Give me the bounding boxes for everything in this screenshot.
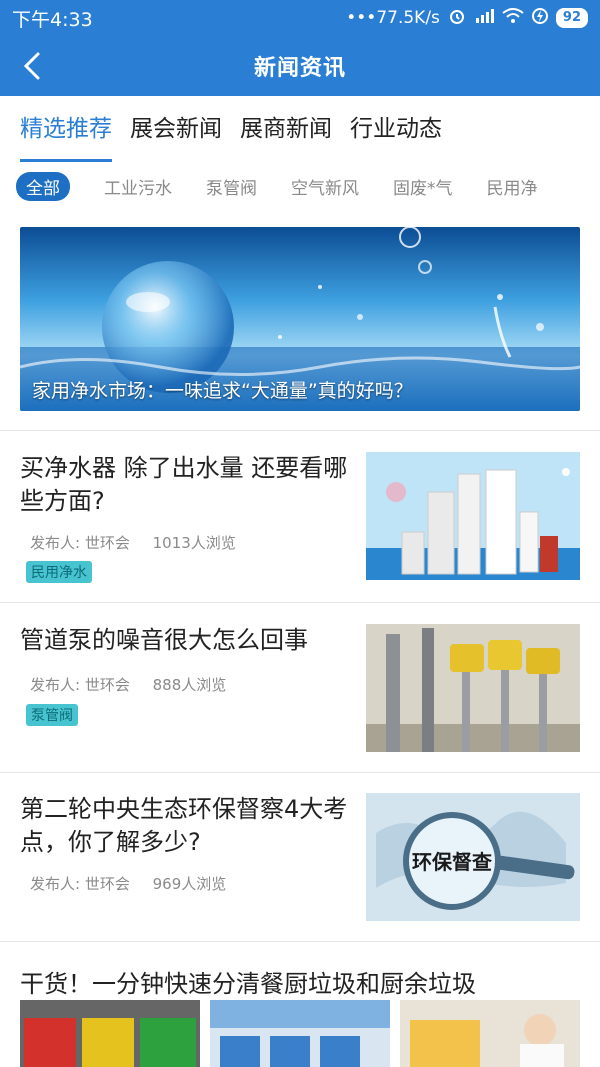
- divider: [0, 772, 600, 773]
- news-image-row[interactable]: [20, 1000, 580, 1067]
- chip-all[interactable]: 全部: [16, 171, 70, 201]
- featured-banner[interactable]: 家用净水市场：一味追求“大通量”真的好吗？: [20, 227, 580, 411]
- inspection-image: 环保督查: [366, 793, 580, 921]
- tab-exhibitor-news[interactable]: 展商新闻: [240, 96, 332, 162]
- chip-civil-water[interactable]: 民用净: [487, 174, 538, 199]
- tab-featured[interactable]: 精选推荐: [20, 96, 112, 162]
- chip-solid-waste[interactable]: 固废*气: [393, 174, 453, 199]
- divider: [0, 941, 600, 942]
- news-views: 969人浏览: [152, 875, 227, 893]
- news-views: 888人浏览: [152, 676, 227, 694]
- chip-industrial-wastewater[interactable]: 工业污水: [104, 174, 172, 199]
- banner-caption: 家用净水市场：一味追求“大通量”真的好吗？: [32, 380, 413, 402]
- chevron-left-icon: [23, 52, 40, 80]
- kitchen-waste-image: [400, 1000, 580, 1067]
- alarm-icon: [448, 7, 466, 30]
- charging-icon: [531, 7, 548, 30]
- divider: [0, 602, 600, 603]
- main-content: 精选推荐 展会新闻 展商新闻 行业动态 全部 工业污水 泵管阀 空气新风 固废*…: [0, 96, 600, 1067]
- news-tag[interactable]: 泵管阀: [26, 704, 78, 726]
- status-icons: •••77.5K/s 92: [346, 7, 588, 30]
- back-button[interactable]: [14, 48, 50, 84]
- news-views: 1013人浏览: [152, 534, 236, 552]
- news-publisher: 发布人: 世环会: [30, 534, 130, 552]
- pump-image: [366, 624, 580, 752]
- news-publisher: 发布人: 世环会: [30, 676, 130, 694]
- nav-bar: 新闻资讯: [0, 36, 600, 96]
- news-item[interactable]: 第二轮中央生态环保督察4大考点，你了解多少? 发布人: 世环会 969人浏览 环…: [0, 793, 600, 943]
- battery-level: 92: [555, 8, 588, 28]
- news-tag[interactable]: 民用净水: [26, 561, 92, 583]
- divider: [0, 430, 600, 431]
- news-title[interactable]: 干货！一分钟快速分清餐厨垃圾和厨余垃圾: [20, 964, 476, 999]
- news-meta: 发布人: 世环会 1013人浏览: [30, 532, 236, 553]
- news-title: 第二轮中央生态环保督察4大考点，你了解多少?: [20, 795, 348, 856]
- news-item[interactable]: 买净水器 除了出水量 还要看哪些方面? 发布人: 世环会 1013人浏览 民用净…: [0, 452, 600, 602]
- inspection-text: 环保督查: [412, 850, 492, 874]
- news-title: 买净水器 除了出水量 还要看哪些方面?: [20, 454, 348, 515]
- tab-exhibition-news[interactable]: 展会新闻: [130, 96, 222, 162]
- news-meta: 发布人: 世环会 888人浏览: [30, 674, 226, 695]
- filter-chips: 全部 工业污水 泵管阀 空气新风 固废*气 民用净: [0, 168, 600, 204]
- water-purifier-image: [366, 452, 580, 580]
- status-bar: 下午4:33 •••77.5K/s 92: [0, 0, 600, 36]
- signal-icon: [474, 8, 494, 29]
- network-speed: •••77.5K/s: [346, 8, 440, 28]
- wifi-icon: [502, 7, 524, 29]
- status-time: 下午4:33: [12, 8, 93, 31]
- news-publisher: 发布人: 世环会: [30, 875, 130, 893]
- garbage-bin-image: [20, 1000, 200, 1067]
- news-meta: 发布人: 世环会 969人浏览: [30, 873, 226, 894]
- chip-fresh-air[interactable]: 空气新风: [291, 174, 359, 199]
- news-title: 管道泵的噪音很大怎么回事: [20, 626, 308, 654]
- page-title: 新闻资讯: [253, 56, 346, 81]
- tab-industry-trends[interactable]: 行业动态: [350, 96, 442, 162]
- news-item[interactable]: 管道泵的噪音很大怎么回事 发布人: 世环会 888人浏览 泵管阀: [0, 624, 600, 774]
- category-tabs: 精选推荐 展会新闻 展商新闻 行业动态: [0, 96, 600, 162]
- chip-pumps-valves[interactable]: 泵管阀: [206, 174, 257, 199]
- sorting-station-image: [210, 1000, 390, 1067]
